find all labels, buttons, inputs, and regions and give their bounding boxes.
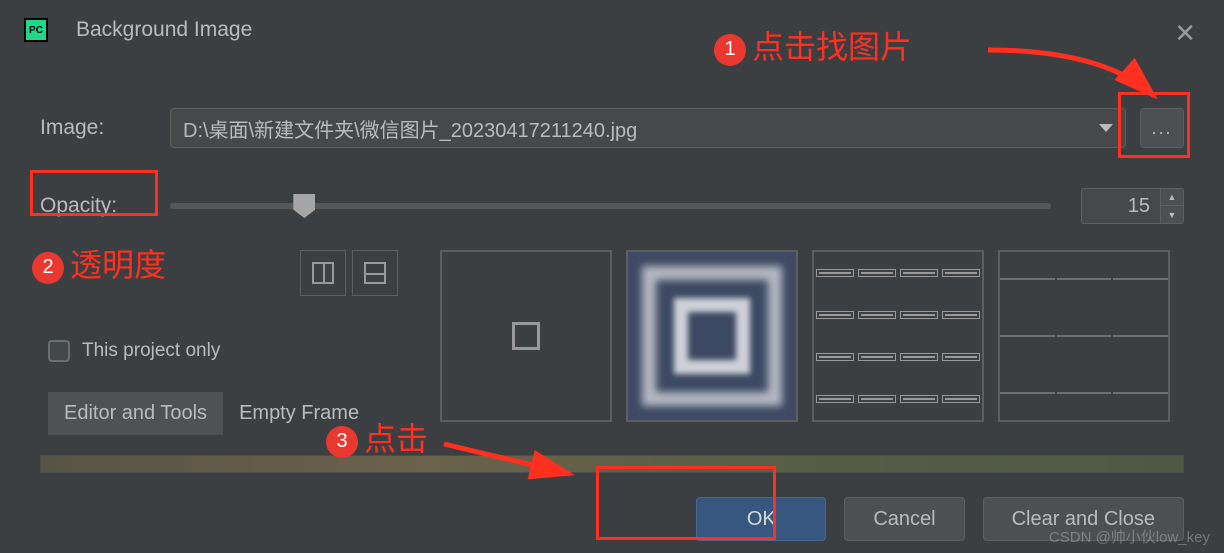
stepper-down-icon[interactable]: ▼ — [1161, 206, 1183, 223]
slider-thumb[interactable] — [293, 194, 315, 218]
opacity-input[interactable] — [1081, 188, 1161, 224]
fill-mode-scale[interactable] — [626, 250, 798, 422]
image-label: Image: — [40, 116, 170, 140]
app-icon: PC — [24, 18, 48, 42]
opacity-row: Opacity: ▲ ▼ — [0, 180, 1224, 232]
options-row: This project only Editor and Tools Empty… — [0, 240, 1224, 445]
stepper-up-icon[interactable]: ▲ — [1161, 189, 1183, 206]
anchor-grid[interactable] — [998, 250, 1170, 422]
flip-buttons — [300, 250, 440, 296]
flip-horizontal-icon — [312, 262, 334, 284]
flip-horizontal-button[interactable] — [300, 250, 346, 296]
tab-empty-frame[interactable]: Empty Frame — [223, 392, 375, 435]
left-options: This project only Editor and Tools Empty… — [40, 250, 440, 435]
ok-button[interactable]: OK — [696, 497, 826, 541]
image-path-value: D:\桌面\新建文件夹\微信图片_20230417211240.jpg — [183, 114, 637, 143]
watermark: CSDN @帅小伙low_key — [1049, 526, 1210, 547]
image-path-combo[interactable]: D:\桌面\新建文件夹\微信图片_20230417211240.jpg — [170, 108, 1126, 148]
opacity-slider[interactable] — [170, 203, 1051, 209]
dialog-buttons: OK Cancel Clear and Close — [0, 473, 1224, 541]
image-row: Image: D:\桌面\新建文件夹\微信图片_20230417211240.j… — [0, 100, 1224, 156]
square-icon — [512, 322, 540, 350]
project-only-label: This project only — [82, 340, 220, 362]
tab-editor-tools[interactable]: Editor and Tools — [48, 392, 223, 435]
window-title: Background Image — [76, 18, 252, 42]
fill-mode-tile[interactable] — [812, 250, 984, 422]
title-bar: PC Background Image ✕ — [0, 0, 1224, 60]
close-icon[interactable]: ✕ — [1174, 18, 1196, 49]
fill-mode-previews — [440, 250, 1170, 422]
slider-track[interactable] — [170, 203, 1051, 209]
image-preview-strip — [40, 455, 1184, 473]
opacity-stepper[interactable]: ▲ ▼ — [1161, 188, 1184, 224]
cancel-button[interactable]: Cancel — [844, 497, 964, 541]
anchor-center[interactable] — [1057, 335, 1112, 337]
flip-vertical-button[interactable] — [352, 250, 398, 296]
flip-vertical-icon — [364, 262, 386, 284]
chevron-down-icon[interactable] — [1099, 124, 1113, 132]
fill-mode-plain[interactable] — [440, 250, 612, 422]
browse-button[interactable]: ... — [1140, 108, 1184, 148]
project-only-checkbox[interactable] — [48, 340, 70, 362]
tabs: Editor and Tools Empty Frame — [48, 392, 440, 435]
opacity-label: Opacity: — [40, 194, 170, 218]
project-only-row[interactable]: This project only — [48, 340, 440, 362]
